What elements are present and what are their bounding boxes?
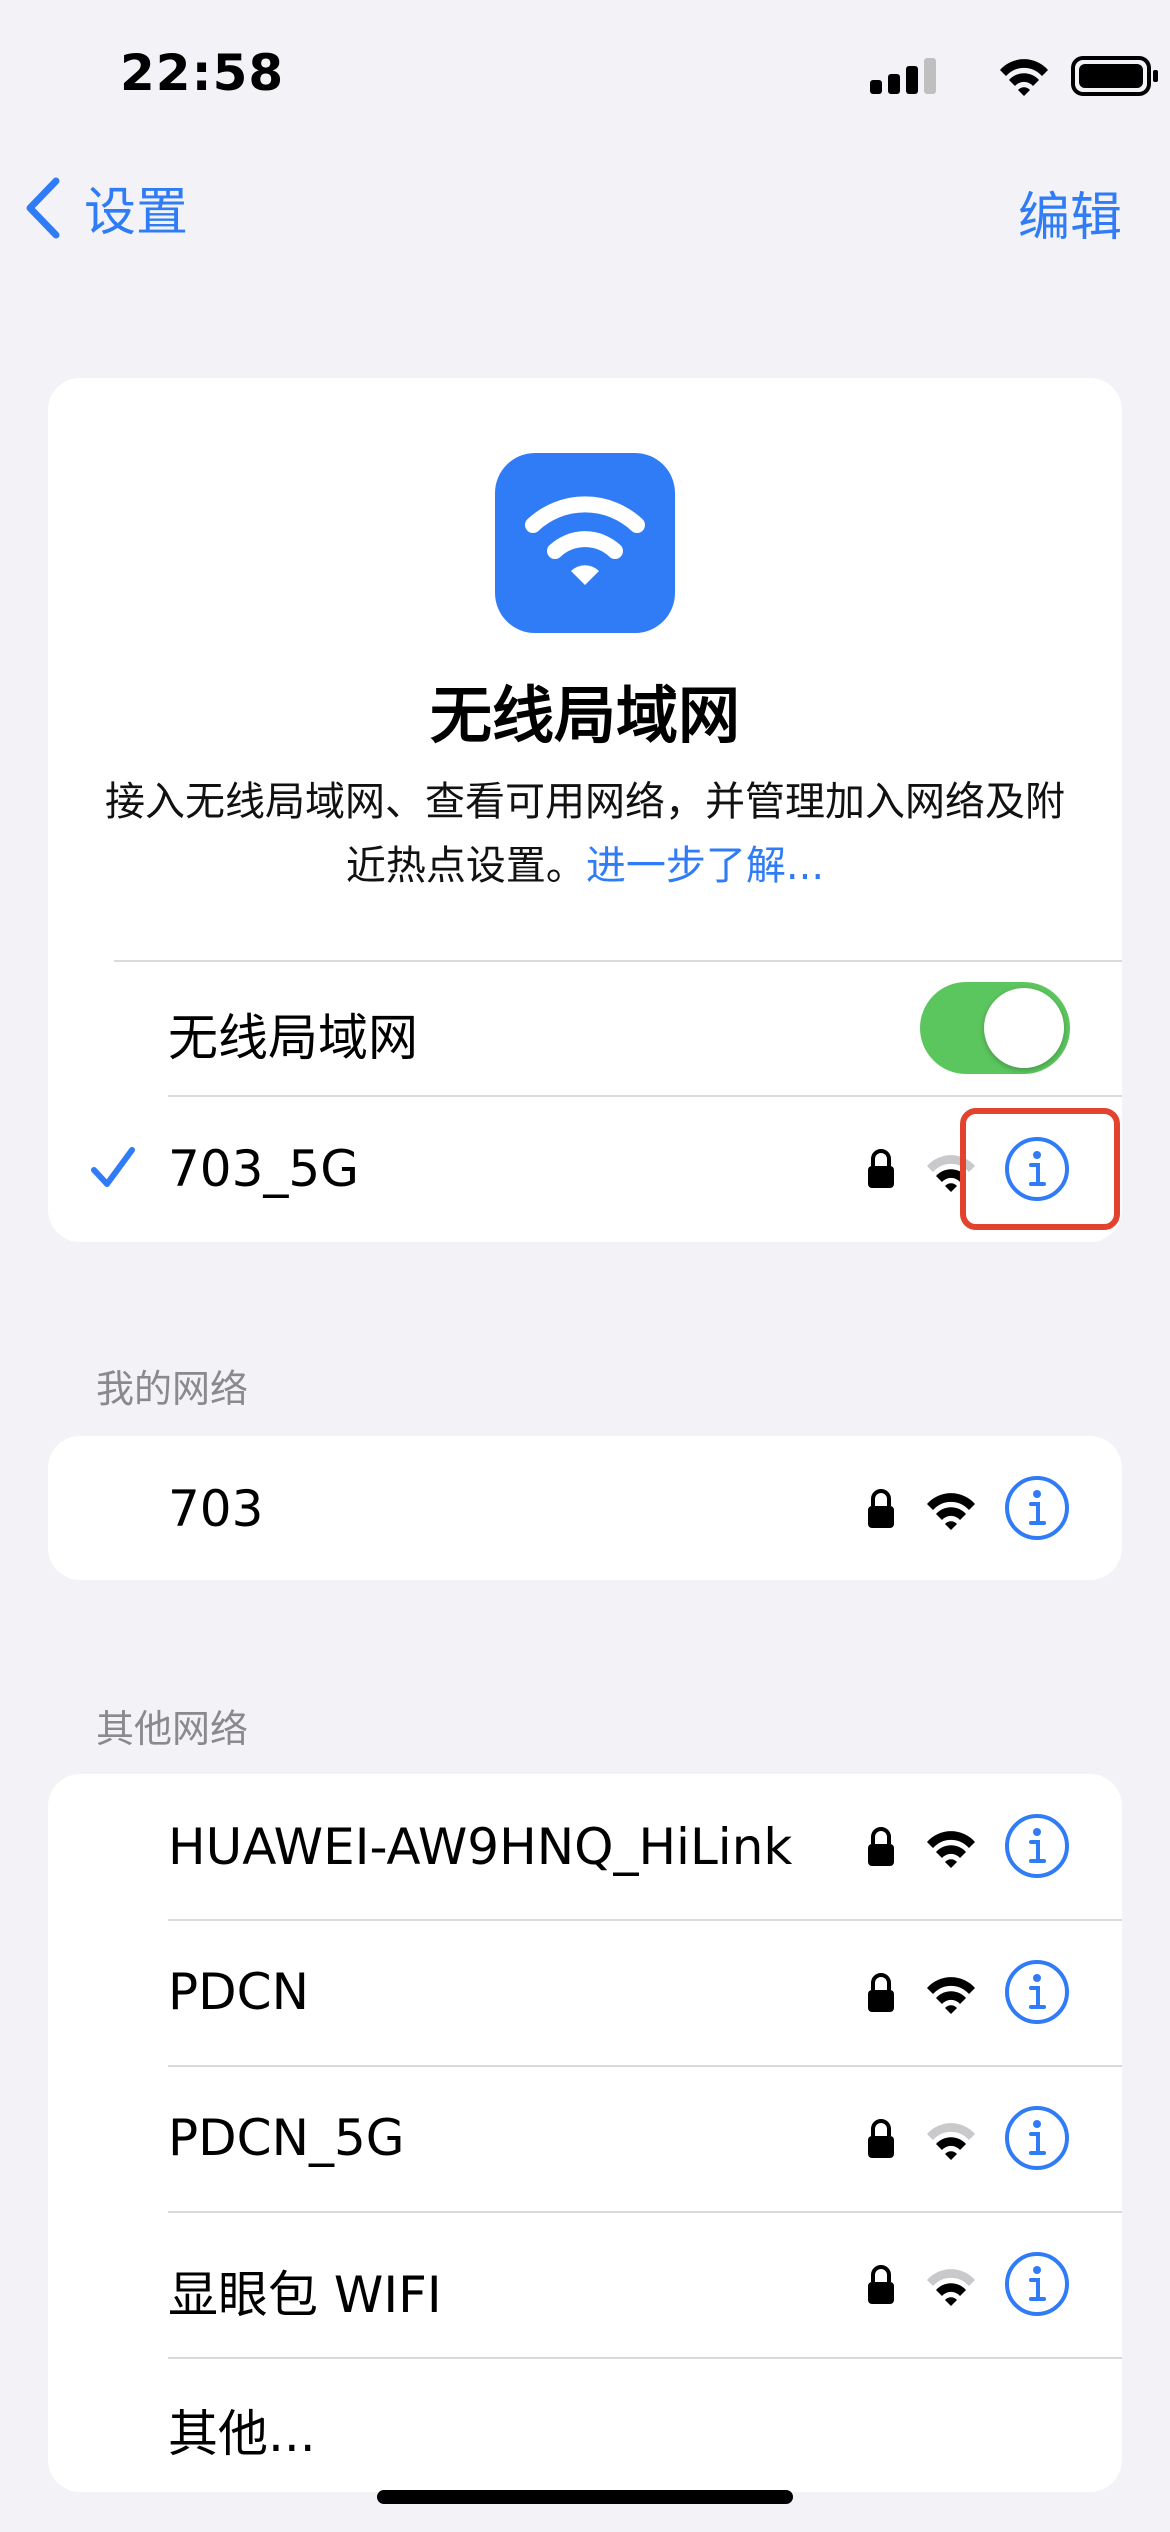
toggle-knob — [984, 988, 1064, 1068]
info-icon[interactable] — [1004, 2105, 1070, 2171]
learn-more-link[interactable]: 进一步了解... — [586, 843, 824, 889]
network-name: HUAWEI-AW9HNQ_HiLink — [168, 1818, 793, 1876]
home-indicator[interactable] — [377, 2490, 793, 2504]
wifi-status-icon — [1000, 59, 1048, 96]
back-label: 设置 — [84, 183, 189, 243]
lock-icon — [868, 2119, 894, 2158]
other-network-label: 其他... — [168, 2405, 316, 2463]
info-icon[interactable] — [1004, 1813, 1070, 1879]
wifi-signal-strong-icon — [927, 1493, 975, 1530]
network-name: 703 — [168, 1480, 264, 1538]
wifi-signal-weak-icon — [927, 2269, 975, 2306]
cellular-signal-icon — [870, 58, 936, 94]
wifi-signal-weak-icon — [927, 2123, 975, 2160]
info-icon[interactable] — [1004, 1475, 1070, 1541]
wifi-toggle[interactable] — [920, 982, 1070, 1074]
edit-button[interactable]: 编辑 — [1018, 175, 1122, 250]
info-icon[interactable] — [1004, 2251, 1070, 2317]
separator — [114, 960, 1122, 962]
status-time: 22:58 — [120, 44, 285, 102]
chevron-left-icon — [26, 177, 60, 238]
current-network-name: 703_5G — [168, 1140, 359, 1198]
info-button-highlight — [960, 1108, 1120, 1230]
lock-icon — [868, 1973, 894, 2012]
page-title: 无线局域网 — [429, 679, 740, 752]
wifi-signal-strong-icon — [927, 1831, 975, 1868]
status-icons — [870, 52, 1170, 106]
battery-icon — [1071, 56, 1158, 96]
network-name: 显眼包 WIFI — [168, 2266, 442, 2324]
lock-icon — [868, 1827, 894, 1866]
wifi-app-icon — [495, 453, 675, 633]
info-icon[interactable] — [1004, 1959, 1070, 2025]
network-name: PDCN — [168, 1963, 309, 2021]
my-networks-header: 我的网络 — [96, 1367, 249, 1411]
lock-icon — [868, 1149, 894, 1188]
wifi-toggle-label: 无线局域网 — [168, 1009, 418, 1067]
wifi-signal-strong-icon — [927, 1977, 975, 2014]
other-networks-header: 其他网络 — [96, 1707, 249, 1751]
back-button[interactable]: 设置 — [24, 170, 188, 245]
lock-icon — [868, 2265, 894, 2304]
checkmark-icon — [91, 1147, 135, 1187]
network-name: PDCN_5G — [168, 2109, 405, 2167]
page-description: 接入无线局域网、查看可用网络，并管理加入网络及附近热点设置。进一步了解... — [90, 770, 1080, 898]
lock-icon — [868, 1489, 894, 1528]
